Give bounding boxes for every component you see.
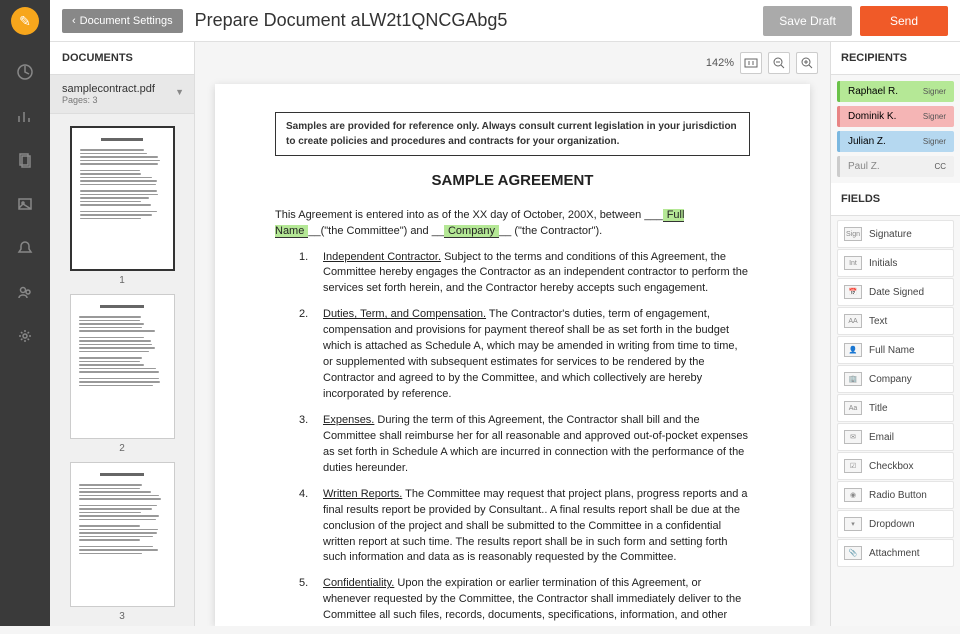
thumbnail-page-number: 2 [70, 443, 175, 454]
recipient-item[interactable]: Dominik K. Signer [837, 106, 954, 127]
field-type-item[interactable]: ◉ Radio Button [837, 481, 954, 509]
recipient-name: Paul Z. [848, 161, 880, 172]
document-paragraph: 4.Written Reports. The Committee may req… [299, 487, 750, 567]
send-button[interactable]: Send [860, 6, 948, 36]
thumbnail-page-number: 3 [70, 611, 175, 622]
left-rail: ✎ [0, 0, 50, 626]
back-label: Document Settings [80, 15, 173, 27]
documents-icon[interactable] [15, 150, 35, 170]
field-type-item[interactable]: ☑ Checkbox [837, 452, 954, 480]
thumbnail-page-number: 1 [70, 275, 175, 286]
recipient-name: Dominik K. [848, 111, 896, 122]
zoom-toolbar: 142% [706, 52, 818, 74]
field-type-label: Date Signed [869, 287, 924, 298]
document-paragraph: 5.Confidentiality. Upon the expiration o… [299, 576, 750, 626]
recipient-item[interactable]: Paul Z. CC [837, 156, 954, 177]
recipient-item[interactable]: Raphael R. Signer [837, 81, 954, 102]
page-thumbnail[interactable] [70, 462, 175, 607]
page-title: Prepare Document aLW2t1QNCGAbg5 [195, 10, 764, 31]
field-type-item[interactable]: Aa Title [837, 394, 954, 422]
field-type-item[interactable]: ✉ Email [837, 423, 954, 451]
field-type-item[interactable]: 🏢 Company [837, 365, 954, 393]
zoom-out-button[interactable] [768, 52, 790, 74]
document-paragraph: 3.Expenses. During the term of this Agre… [299, 413, 750, 477]
field-type-icon: ☑ [844, 459, 862, 473]
field-type-item[interactable]: AA Text [837, 307, 954, 335]
document-heading: SAMPLE AGREEMENT [275, 170, 750, 193]
field-type-label: Checkbox [869, 461, 913, 472]
documents-panel: DOCUMENTS samplecontract.pdf Pages: 3 ▼ … [50, 42, 195, 626]
zoom-percent: 142% [706, 57, 734, 69]
analytics-icon[interactable] [15, 106, 35, 126]
field-type-label: Signature [869, 229, 912, 240]
field-type-icon: ▾ [844, 517, 862, 531]
notice-box: Samples are provided for reference only.… [275, 112, 750, 156]
field-type-icon: 📎 [844, 546, 862, 560]
field-type-icon: AA [844, 314, 862, 328]
field-type-item[interactable]: Sign Signature [837, 220, 954, 248]
recipient-name: Julian Z. [848, 136, 886, 147]
page-thumbnail[interactable] [70, 126, 175, 271]
save-draft-button[interactable]: Save Draft [763, 6, 852, 36]
chevron-down-icon: ▼ [175, 87, 184, 97]
field-type-label: Dropdown [869, 519, 915, 530]
field-type-label: Email [869, 432, 894, 443]
fields-header: FIELDS [831, 183, 960, 216]
recipient-item[interactable]: Julian Z. Signer [837, 131, 954, 152]
document-paragraph: 1.Independent Contractor. Subject to the… [299, 250, 750, 298]
field-type-label: Full Name [869, 345, 915, 356]
field-type-label: Radio Button [869, 490, 927, 501]
field-type-item[interactable]: ▾ Dropdown [837, 510, 954, 538]
field-type-item[interactable]: Int Initials [837, 249, 954, 277]
document-pages-label: Pages: 3 [62, 95, 182, 105]
document-intro: This Agreement is entered into as of the… [275, 207, 750, 240]
field-type-item[interactable]: 👤 Full Name [837, 336, 954, 364]
document-filename: samplecontract.pdf [62, 83, 182, 95]
fit-width-button[interactable] [740, 52, 762, 74]
document-page[interactable]: Samples are provided for reference only.… [215, 84, 810, 626]
field-type-icon: 👤 [844, 343, 862, 357]
recipient-role: Signer [923, 87, 946, 96]
recipients-header: RECIPIENTS [831, 42, 960, 75]
app-logo[interactable]: ✎ [0, 0, 50, 42]
right-panel: RECIPIENTS Raphael R. Signer Dominik K. Sig… [830, 42, 960, 626]
field-type-icon: Int [844, 256, 862, 270]
field-type-label: Attachment [869, 548, 920, 559]
gear-icon[interactable] [15, 326, 35, 346]
document-file-item[interactable]: samplecontract.pdf Pages: 3 ▼ [50, 75, 194, 114]
field-type-icon: 🏢 [844, 372, 862, 386]
field-type-label: Title [869, 403, 888, 414]
field-type-icon: ◉ [844, 488, 862, 502]
field-type-item[interactable]: 📅 Date Signed [837, 278, 954, 306]
document-paragraph: 2.Duties, Term, and Compensation. The Co… [299, 307, 750, 403]
field-type-item[interactable]: 📎 Attachment [837, 539, 954, 567]
bell-icon[interactable] [15, 238, 35, 258]
page-thumbnail[interactable] [70, 294, 175, 439]
field-type-label: Text [869, 316, 887, 327]
topbar: ‹ Document Settings Prepare Document aLW… [50, 0, 960, 42]
main-area: 142% Samples are provided for reference … [195, 42, 830, 626]
field-type-icon: Sign [844, 227, 862, 241]
recipient-role: CC [934, 162, 946, 171]
users-icon[interactable] [15, 282, 35, 302]
field-type-label: Initials [869, 258, 897, 269]
field-type-label: Company [869, 374, 912, 385]
field-type-icon: 📅 [844, 285, 862, 299]
documents-header: DOCUMENTS [50, 42, 194, 75]
field-type-icon: Aa [844, 401, 862, 415]
company-field[interactable]: Company [444, 225, 499, 238]
back-button[interactable]: ‹ Document Settings [62, 9, 183, 33]
field-type-icon: ✉ [844, 430, 862, 444]
recipient-role: Signer [923, 112, 946, 121]
zoom-in-button[interactable] [796, 52, 818, 74]
chevron-left-icon: ‹ [72, 15, 76, 27]
recipient-name: Raphael R. [848, 86, 898, 97]
recipient-role: Signer [923, 137, 946, 146]
dashboard-icon[interactable] [15, 62, 35, 82]
image-icon[interactable] [15, 194, 35, 214]
